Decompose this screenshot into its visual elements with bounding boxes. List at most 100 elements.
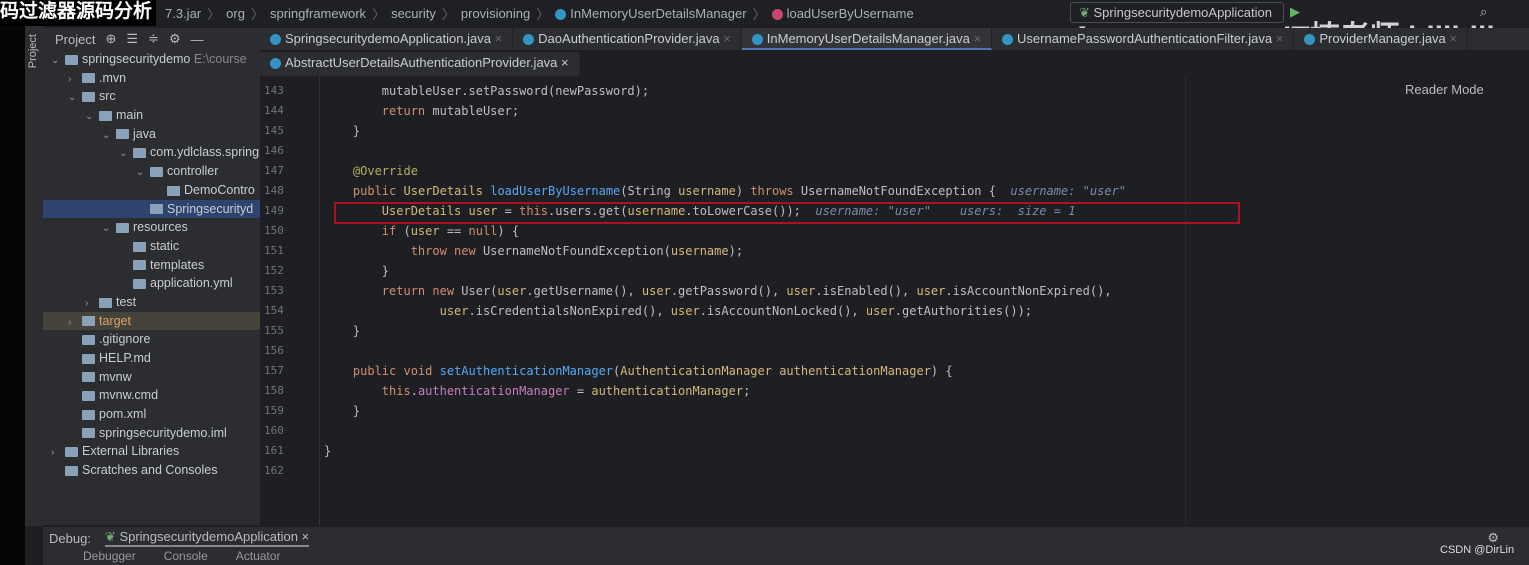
file-icon bbox=[82, 335, 95, 346]
breadcrumb-separator: 〉 bbox=[752, 6, 766, 22]
line-number: 160 bbox=[264, 424, 284, 437]
debug-session-tab[interactable]: ❦ SpringsecuritydemoApplication × bbox=[104, 529, 310, 547]
file-icon bbox=[82, 353, 95, 364]
line-number: 152 bbox=[264, 264, 284, 277]
tree-item[interactable]: ⌄ java bbox=[43, 125, 260, 144]
editor-tab[interactable]: DaoAuthenticationProvider.java × bbox=[513, 28, 742, 50]
tree-item[interactable]: ⌄ main bbox=[43, 106, 260, 125]
breadcrumb-item[interactable]: security bbox=[391, 6, 436, 21]
code-line: } bbox=[324, 124, 361, 138]
chevron-down-icon[interactable]: ⌄ bbox=[102, 220, 116, 237]
breadcrumb-item[interactable]: InMemoryUserDetailsManager bbox=[555, 6, 747, 21]
project-panel-header[interactable]: Project ⊕ ☰ ≑ ⚙ — bbox=[43, 28, 260, 50]
breadcrumb-item[interactable]: org bbox=[226, 6, 245, 21]
editor-tab[interactable]: SpringsecuritydemoApplication.java × bbox=[260, 28, 514, 50]
chevron-down-icon[interactable]: ⌄ bbox=[102, 127, 116, 144]
line-number: 157 bbox=[264, 364, 284, 377]
chevron-down-icon[interactable]: ⌄ bbox=[136, 164, 150, 181]
line-number: 150 bbox=[264, 224, 284, 237]
chevron-down-icon[interactable]: ⌄ bbox=[51, 52, 65, 69]
code-line: public UserDetails loadUserByUsername(St… bbox=[352, 184, 1127, 198]
locate-icon[interactable]: ⊕ bbox=[105, 31, 116, 47]
close-icon[interactable]: × bbox=[495, 31, 503, 46]
tool-window-stripe[interactable]: Project bbox=[25, 26, 43, 526]
breadcrumb-item[interactable]: 7.3.jar bbox=[165, 6, 201, 21]
chevron-down-icon[interactable]: ⌄ bbox=[68, 89, 82, 106]
tab-console[interactable]: Console bbox=[164, 549, 208, 565]
breadcrumb-separator: 〉 bbox=[372, 6, 386, 22]
editor-tab[interactable]: UsernamePasswordAuthenticationFilter.jav… bbox=[992, 28, 1295, 50]
tree-item[interactable]: application.yml bbox=[43, 274, 260, 293]
tree-item[interactable]: templates bbox=[43, 256, 260, 275]
tree-item[interactable]: mvnw bbox=[43, 368, 260, 387]
expand-all-icon[interactable]: ☰ bbox=[126, 31, 138, 47]
close-icon[interactable]: × bbox=[1449, 31, 1457, 46]
tree-item[interactable]: mvnw.cmd bbox=[43, 386, 260, 405]
tree-item[interactable]: static bbox=[43, 237, 260, 256]
code-line: } bbox=[324, 444, 332, 458]
tree-item[interactable]: springsecuritydemo.iml bbox=[43, 424, 260, 443]
code-line: } bbox=[324, 324, 361, 338]
tab-actuator[interactable]: Actuator bbox=[236, 549, 281, 565]
run-config-select[interactable]: ❦ SpringsecuritydemoApplication ▾ bbox=[1070, 2, 1284, 36]
tree-item[interactable]: › test bbox=[43, 293, 260, 312]
editor-scrollbar[interactable] bbox=[1495, 76, 1529, 526]
right-margin-guide bbox=[1185, 76, 1186, 526]
tree-item[interactable]: .gitignore bbox=[43, 330, 260, 349]
tree-item[interactable]: ⌄ springsecuritydemo E:\course bbox=[43, 50, 260, 69]
gear-icon[interactable]: ⚙ bbox=[169, 31, 181, 47]
tree-item[interactable]: DemoContro bbox=[43, 181, 260, 200]
file-icon bbox=[82, 73, 95, 84]
method-icon bbox=[771, 8, 783, 20]
reader-mode-button[interactable]: Reader Mode bbox=[1405, 82, 1484, 97]
tree-item[interactable]: ⌄ src bbox=[43, 87, 260, 106]
close-icon[interactable]: × bbox=[723, 31, 731, 46]
collapse-all-icon[interactable]: ≑ bbox=[148, 31, 159, 47]
chevron-right-icon[interactable]: › bbox=[68, 71, 82, 88]
tree-item[interactable]: ⌄ com.ydlclass.spring bbox=[43, 143, 260, 162]
file-icon bbox=[82, 316, 95, 327]
tree-item[interactable]: › External Libraries bbox=[43, 442, 260, 461]
tree-item[interactable]: Springsecurityd bbox=[43, 199, 260, 219]
tree-item[interactable]: pom.xml bbox=[43, 405, 260, 424]
line-number: 154 bbox=[264, 304, 284, 317]
tree-item[interactable]: HELP.md bbox=[43, 349, 260, 368]
tree-item[interactable]: › .mvn bbox=[43, 69, 260, 88]
file-icon bbox=[65, 447, 78, 458]
file-icon bbox=[65, 54, 78, 65]
breadcrumb-item[interactable]: springframework bbox=[270, 6, 366, 21]
tree-item[interactable]: ⌄ resources bbox=[43, 218, 260, 237]
editor-tab[interactable]: InMemoryUserDetailsManager.java × bbox=[741, 28, 993, 50]
chevron-right-icon[interactable]: › bbox=[68, 314, 82, 331]
close-icon[interactable]: × bbox=[973, 31, 981, 46]
editor-tab[interactable]: ProviderManager.java × bbox=[1294, 28, 1469, 50]
file-icon bbox=[82, 409, 95, 420]
tab-abstract-provider[interactable]: AbstractUserDetailsAuthenticationProvide… bbox=[260, 52, 580, 76]
credit: CSDN @DirLin bbox=[1440, 544, 1515, 556]
tab-debugger[interactable]: Debugger bbox=[83, 549, 136, 565]
line-number: 146 bbox=[264, 144, 284, 157]
chevron-down-icon[interactable]: ⌄ bbox=[85, 108, 99, 125]
file-icon bbox=[82, 92, 95, 103]
code-editor[interactable]: 143 144 145 146 147 148 149 150 151 152 153 154 155 1… bbox=[260, 76, 1495, 526]
class-icon bbox=[1304, 34, 1316, 46]
code-line: user.isCredentialsNonExpired(), user.isA… bbox=[439, 304, 1033, 318]
code-line: } bbox=[324, 404, 361, 418]
line-number: 147 bbox=[264, 164, 284, 177]
tree-item[interactable]: ⌄ controller bbox=[43, 162, 260, 181]
annotation-box bbox=[334, 202, 1240, 224]
chevron-right-icon[interactable]: › bbox=[51, 444, 65, 461]
code-line: return new User(user.getUsername(), user… bbox=[381, 284, 1112, 298]
tree-item[interactable]: › target bbox=[43, 311, 260, 331]
close-icon[interactable]: × bbox=[1276, 31, 1284, 46]
chevron-down-icon[interactable]: ⌄ bbox=[119, 145, 133, 162]
chevron-right-icon[interactable]: › bbox=[85, 295, 99, 312]
breadcrumb-item[interactable]: loadUserByUsername bbox=[771, 6, 914, 21]
tree-item[interactable]: Scratches and Consoles bbox=[43, 461, 260, 480]
file-icon bbox=[65, 465, 78, 476]
breadcrumb-separator: 〉 bbox=[207, 6, 221, 22]
line-number: 153 bbox=[264, 284, 284, 297]
class-icon bbox=[523, 34, 535, 46]
breadcrumb-item[interactable]: provisioning bbox=[461, 6, 530, 21]
hide-icon[interactable]: — bbox=[191, 32, 204, 47]
